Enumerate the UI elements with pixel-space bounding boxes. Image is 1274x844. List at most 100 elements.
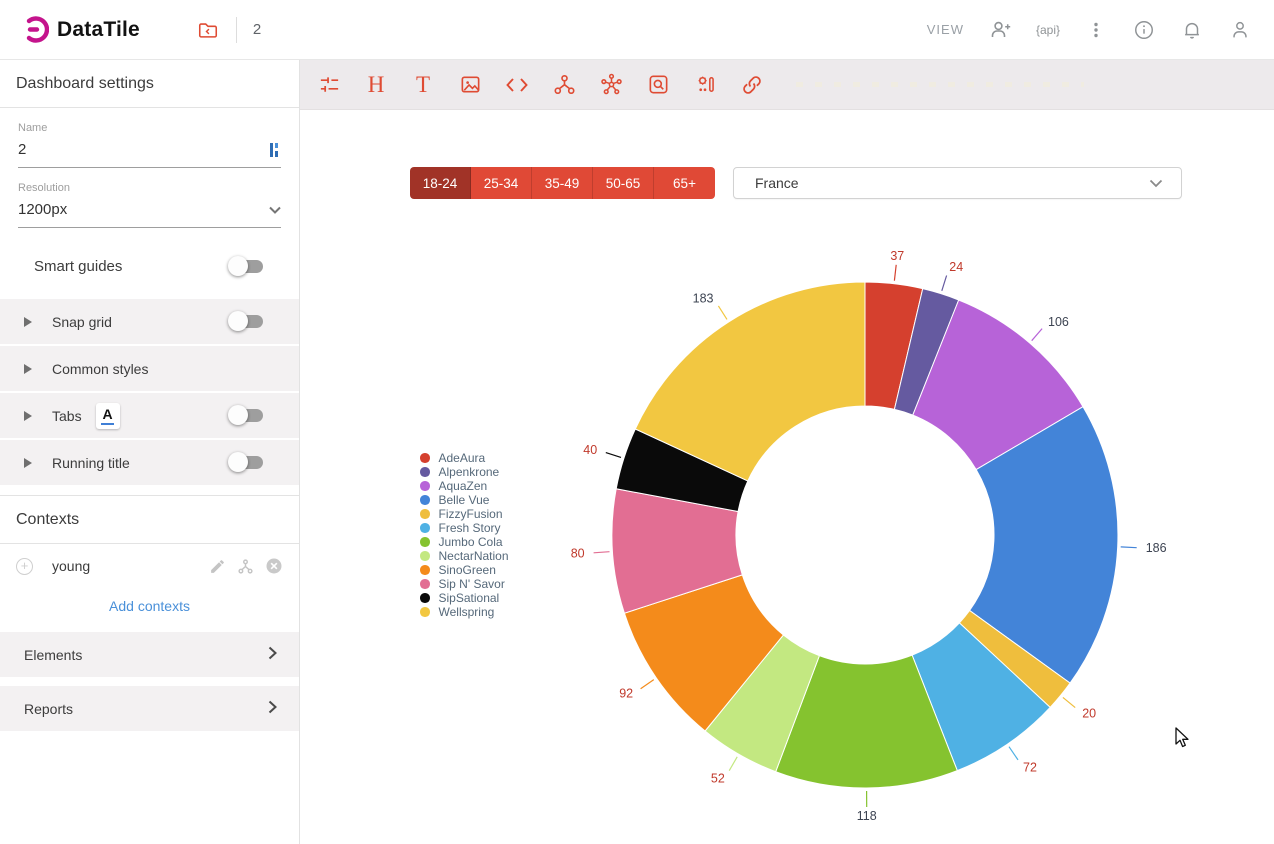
- legend-item[interactable]: Sip N' Savor: [420, 577, 509, 591]
- insert-variable-icon[interactable]: [267, 142, 281, 158]
- legend-item[interactable]: SinoGreen: [420, 563, 509, 577]
- mouse-cursor: [1175, 727, 1192, 749]
- image-icon[interactable]: [449, 67, 491, 103]
- legend-item[interactable]: Belle Vue: [420, 493, 509, 507]
- slice-value-label: 106: [1048, 315, 1069, 329]
- section-running-title[interactable]: Running title: [0, 440, 299, 485]
- section-snap-grid[interactable]: Snap grid: [0, 299, 299, 344]
- section-label: Tabs: [52, 408, 82, 424]
- slice-value-label: 52: [711, 772, 725, 786]
- legend-dot: [420, 509, 430, 519]
- smart-guides-toggle[interactable]: [231, 260, 263, 273]
- legend-dot: [420, 495, 430, 505]
- tune-icon[interactable]: [308, 67, 350, 103]
- legend-item[interactable]: Jumbo Cola: [420, 535, 509, 549]
- legend-item[interactable]: AdeAura: [420, 451, 509, 465]
- api-icon[interactable]: {api}: [1036, 18, 1060, 42]
- datatile-logo-icon: [22, 16, 49, 43]
- legend-label: Jumbo Cola: [439, 535, 503, 549]
- resolution-select-value: 1200px: [18, 201, 67, 218]
- label-leader-line: [1009, 747, 1018, 760]
- legend-label: Alpenkrone: [439, 465, 500, 479]
- smart-guides-label: Smart guides: [34, 258, 122, 275]
- label-leader-line: [1063, 697, 1075, 707]
- legend-item[interactable]: Wellspring: [420, 605, 509, 619]
- legend-dot: [420, 579, 430, 589]
- expand-arrow-icon[interactable]: [24, 317, 32, 327]
- bell-icon[interactable]: [1180, 18, 1204, 42]
- legend-label: AquaZen: [439, 479, 488, 493]
- element-toolbar: H T: [300, 60, 1274, 110]
- label-leader-line: [1121, 547, 1137, 548]
- legend-item[interactable]: NectarNation: [420, 549, 509, 563]
- running-title-toggle[interactable]: [231, 456, 263, 469]
- user-icon[interactable]: [1228, 18, 1252, 42]
- label-leader-line: [718, 306, 727, 320]
- expand-arrow-icon[interactable]: [24, 458, 32, 468]
- slice-value-label: 80: [571, 546, 585, 560]
- hub-icon[interactable]: [590, 67, 632, 103]
- section-label: Running title: [52, 455, 130, 471]
- link-icon[interactable]: [731, 67, 773, 103]
- top-bar: DataTile 2 VIEW {api}: [0, 0, 1274, 60]
- edit-pencil-icon[interactable]: [209, 558, 226, 575]
- section-label: Common styles: [52, 361, 148, 377]
- section-common-styles[interactable]: Common styles: [0, 346, 299, 391]
- expand-arrow-icon[interactable]: [24, 364, 32, 374]
- legend-label: Wellspring: [439, 605, 495, 619]
- legend-label: Belle Vue: [439, 493, 490, 507]
- expand-arrow-icon[interactable]: [24, 411, 32, 421]
- legend-label: Fresh Story: [439, 521, 501, 535]
- legend-item[interactable]: Fresh Story: [420, 521, 509, 535]
- remove-context-icon[interactable]: [265, 557, 283, 575]
- widget-settings-icon[interactable]: [684, 67, 726, 103]
- code-icon[interactable]: [496, 67, 538, 103]
- add-contexts-button[interactable]: Add contexts: [0, 588, 299, 632]
- app-logo[interactable]: DataTile: [22, 16, 140, 43]
- label-leader-line: [1032, 329, 1042, 341]
- slice-value-label: 92: [619, 687, 633, 701]
- resolution-field: Resolution 1200px: [0, 182, 299, 228]
- slice-value-label: 40: [583, 443, 597, 457]
- tabs-toggle[interactable]: [231, 409, 263, 422]
- snap-grid-toggle[interactable]: [231, 315, 263, 328]
- zoom-area-icon[interactable]: [637, 67, 679, 103]
- add-circle-icon[interactable]: +: [16, 558, 33, 575]
- section-label: Snap grid: [52, 314, 112, 330]
- label-leader-line: [729, 757, 737, 771]
- legend-dot: [420, 537, 430, 547]
- context-link-icon[interactable]: [237, 558, 254, 575]
- nav-label: Reports: [24, 701, 73, 717]
- legend-item[interactable]: SipSational: [420, 591, 509, 605]
- smart-guides-row: Smart guides: [0, 258, 299, 275]
- view-button[interactable]: VIEW: [927, 22, 964, 37]
- text-style-icon[interactable]: A: [96, 403, 120, 429]
- legend-item[interactable]: Alpenkrone: [420, 465, 509, 479]
- legend-label: Sip N' Savor: [439, 577, 505, 591]
- legend-dot: [420, 467, 430, 477]
- legend-item[interactable]: AquaZen: [420, 479, 509, 493]
- legend-dot: [420, 551, 430, 561]
- sidebar: Dashboard settings Name 2 Resolution 120…: [0, 60, 300, 844]
- heading-icon[interactable]: H: [355, 67, 397, 103]
- resolution-select[interactable]: 1200px: [18, 194, 281, 228]
- person-add-icon[interactable]: [988, 18, 1012, 42]
- kebab-menu-icon[interactable]: [1084, 18, 1108, 42]
- legend-item[interactable]: FizzyFusion: [420, 507, 509, 521]
- label-leader-line: [641, 680, 654, 689]
- label-leader-line: [594, 552, 610, 553]
- toolbar-dashes: [796, 82, 1084, 87]
- resolution-field-label: Resolution: [18, 182, 281, 194]
- folder-back-icon[interactable]: [196, 18, 220, 42]
- legend-label: SipSational: [439, 591, 500, 605]
- info-icon[interactable]: [1132, 18, 1156, 42]
- name-input[interactable]: 2: [18, 134, 281, 168]
- chart-legend: AdeAuraAlpenkroneAquaZenBelle VueFizzyFu…: [420, 451, 509, 619]
- nav-reports[interactable]: Reports: [0, 686, 299, 731]
- section-tabs[interactable]: Tabs A: [0, 393, 299, 438]
- share-nodes-icon[interactable]: [543, 67, 585, 103]
- nav-elements[interactable]: Elements: [0, 632, 299, 677]
- text-icon[interactable]: T: [402, 67, 444, 103]
- workspace-count: 2: [253, 21, 261, 38]
- slice-value-label: 24: [949, 260, 963, 274]
